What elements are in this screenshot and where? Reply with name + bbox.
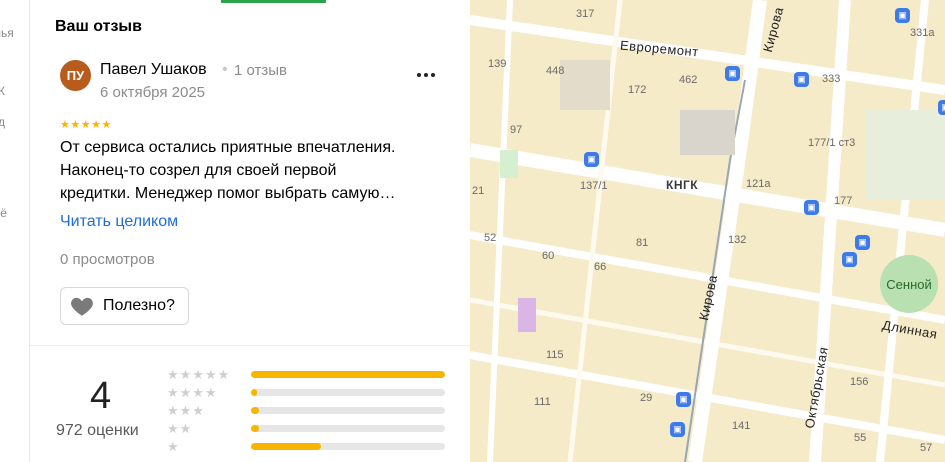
house-number: 462: [679, 74, 698, 86]
more-options-button[interactable]: [412, 62, 440, 88]
distribution-bar: [251, 371, 445, 378]
house-number: 137/1: [580, 180, 608, 192]
author-review-count: 1 отзыв: [234, 62, 288, 79]
house-number: 115: [546, 349, 564, 361]
bus-stop-icon[interactable]: ▣: [855, 235, 870, 250]
bus-stop-icon[interactable]: ▣: [938, 100, 945, 115]
dot-icon: [431, 73, 435, 77]
house-number: 57: [920, 442, 933, 454]
active-tab-indicator: [221, 0, 326, 3]
rail-item[interactable]: д: [0, 115, 5, 129]
distribution-bar: [251, 389, 445, 396]
distribution-row[interactable]: ★★★★: [167, 384, 447, 402]
bus-stop-icon[interactable]: ▣: [584, 152, 599, 167]
review-text-line: кредитки. Менеджер помог выбрать самую…: [60, 185, 396, 202]
divider: [30, 345, 470, 346]
house-number: 317: [576, 8, 595, 20]
distribution-bar: [251, 443, 445, 450]
left-rail: лья К д ьё: [0, 0, 30, 462]
house-number: 52: [484, 232, 497, 244]
bus-stop-icon[interactable]: ▣: [842, 252, 857, 267]
distribution-bar: [251, 425, 445, 432]
bus-stop-icon[interactable]: ▣: [804, 200, 819, 215]
review-date: 6 октября 2025: [100, 84, 205, 101]
house-number: 111: [534, 396, 551, 408]
row-stars: ★★★★: [167, 385, 218, 400]
house-number: 448: [546, 65, 565, 77]
row-stars: ★★: [167, 421, 193, 436]
house-number: 156: [850, 376, 869, 388]
distribution-row[interactable]: ★★: [167, 420, 447, 438]
distribution-fill: [251, 389, 257, 396]
distribution-bar: [251, 407, 445, 414]
house-number: 97: [510, 124, 523, 136]
house-number: 172: [628, 84, 647, 96]
bus-stop-icon[interactable]: ▣: [670, 422, 685, 437]
review-text-line: Наконец-то созрел для своей первой: [60, 162, 337, 179]
row-stars: ★★★★★: [167, 367, 231, 382]
house-number: 141: [732, 420, 751, 432]
house-number: 81: [636, 237, 649, 249]
rail-item[interactable]: лья: [0, 26, 14, 40]
avatar[interactable]: ПУ: [60, 60, 91, 91]
views-count: 0 просмотров: [60, 251, 155, 268]
review-text-line: От сервиса остались приятные впечатления…: [60, 139, 396, 156]
average-rating: 4: [90, 375, 112, 417]
map-roads: [470, 0, 945, 462]
distribution-fill: [251, 407, 259, 414]
house-number: 121а: [746, 178, 771, 190]
park-poi[interactable]: Сенной: [880, 255, 938, 313]
house-number: 132: [728, 234, 747, 246]
bus-stop-icon[interactable]: ▣: [895, 8, 910, 23]
rail-item[interactable]: К: [0, 84, 5, 98]
house-number: 177/1 ст3: [808, 137, 856, 149]
distribution-fill: [251, 371, 445, 378]
distribution-row[interactable]: ★: [167, 438, 447, 456]
heart-icon: [71, 297, 93, 316]
dot-icon: [417, 73, 421, 77]
bus-stop-icon[interactable]: ▣: [676, 392, 691, 407]
house-number: 331a: [910, 27, 935, 39]
house-number: 333: [822, 73, 841, 85]
rail-item[interactable]: ьё: [0, 206, 7, 220]
row-stars: ★★★: [167, 403, 205, 418]
ratings-count: 972 оценки: [56, 422, 139, 439]
separator-dot: •: [222, 61, 228, 78]
bus-stop-icon[interactable]: ▣: [794, 72, 809, 87]
section-title: Ваш отзыв: [55, 18, 142, 35]
distribution-row[interactable]: ★★★: [167, 402, 447, 420]
house-number: 177: [834, 195, 853, 207]
landmark-label[interactable]: КНГК: [666, 178, 698, 192]
read-more-link[interactable]: Читать целиком: [60, 213, 178, 231]
bus-stop-icon[interactable]: ▣: [725, 66, 740, 81]
house-number: 29: [640, 392, 653, 404]
row-stars: ★: [167, 439, 180, 454]
house-number: 60: [542, 250, 555, 262]
house-number: 21: [472, 185, 485, 197]
map-view[interactable]: 317 331a 139 448 462 333 172 97 177/1 ст…: [470, 0, 945, 462]
park-label: Сенной: [886, 276, 932, 292]
useful-button[interactable]: Полезно?: [60, 287, 189, 325]
distribution-fill: [251, 443, 321, 450]
distribution-row[interactable]: ★★★★★: [167, 366, 447, 384]
review-panel: Ваш отзыв ПУ Павел Ушаков • 1 отзыв 6 ок…: [30, 0, 470, 462]
app-root: лья К д ьё Ваш отзыв ПУ Павел Ушаков • 1…: [0, 0, 945, 462]
distribution-fill: [251, 425, 259, 432]
house-number: 66: [594, 261, 607, 273]
review-stars: ★★★★★: [60, 119, 112, 131]
author-name[interactable]: Павел Ушаков: [100, 61, 207, 79]
dot-icon: [424, 73, 428, 77]
rating-distribution: ★★★★★ ★★★★ ★★★ ★★ ★: [167, 366, 447, 456]
house-number: 55: [854, 432, 867, 444]
useful-label: Полезно?: [103, 297, 175, 314]
review-text: От сервиса остались приятные впечатления…: [60, 136, 440, 205]
house-number: 139: [488, 58, 507, 70]
